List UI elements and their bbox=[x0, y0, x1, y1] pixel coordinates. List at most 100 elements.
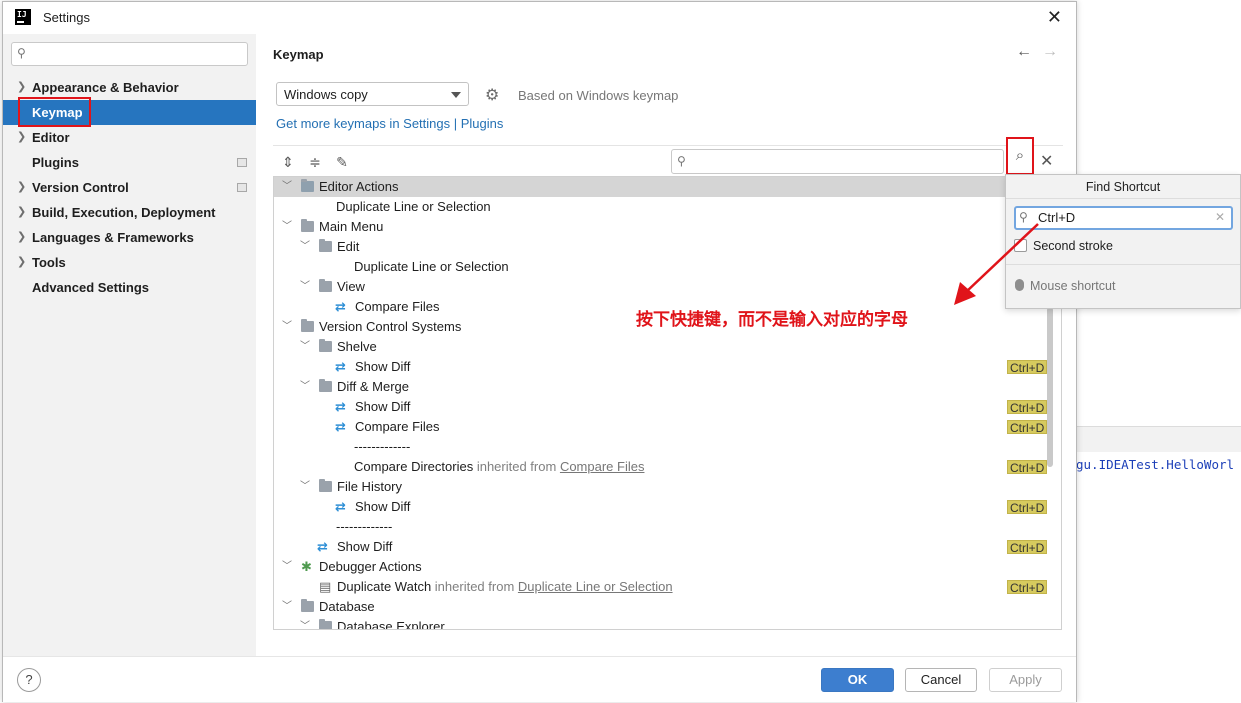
toolbar-divider bbox=[273, 145, 1063, 146]
folder-icon bbox=[319, 279, 332, 292]
sidebar-item-label: Build, Execution, Deployment bbox=[32, 205, 216, 220]
tree-row-with-shortcut[interactable]: ⇄ Show Diff Ctrl+D bbox=[274, 397, 1061, 417]
chevron-right-icon[interactable]: ❯ bbox=[17, 125, 26, 150]
tree-row-label: Version Control Systems bbox=[319, 317, 461, 337]
action-name: Show Diff bbox=[337, 539, 393, 554]
settings-sidebar: ⚲ ❯ Appearance & Behavior Keymap ❯ Editor Plu… bbox=[3, 34, 256, 656]
tree-row-with-shortcut[interactable]: ⇄ Compare Files Ctrl+D bbox=[274, 417, 1061, 437]
forward-arrow-icon[interactable]: → bbox=[1042, 43, 1058, 61]
chevron-right-icon[interactable]: ❯ bbox=[17, 250, 26, 275]
chevron-down-icon[interactable]: ﹀ bbox=[282, 557, 292, 577]
help-button[interactable]: ? bbox=[17, 668, 41, 692]
tree-row-with-shortcut[interactable]: ⇄ Show Diff Ctrl+D bbox=[274, 497, 1061, 517]
action-name: Editor Actions bbox=[319, 179, 399, 194]
inherited-from-link[interactable]: Duplicate Line or Selection bbox=[518, 579, 673, 594]
clear-input-icon[interactable]: ✕ bbox=[1215, 210, 1225, 224]
tree-row-label: Show Diff bbox=[337, 537, 392, 557]
sidebar-item-build-execution-deployment[interactable]: ❯ Build, Execution, Deployment bbox=[3, 200, 256, 225]
action-name: Duplicate Watch bbox=[337, 579, 432, 594]
tree-row[interactable]: ------------- bbox=[274, 517, 1061, 537]
tree-row[interactable]: ﹀ Shelve bbox=[274, 337, 1061, 357]
folder-icon bbox=[319, 339, 332, 352]
expand-all-icon[interactable]: ⇕ bbox=[279, 153, 297, 171]
chevron-down-icon[interactable]: ﹀ bbox=[300, 377, 310, 397]
shortcut-badge: Ctrl+D bbox=[1007, 580, 1048, 595]
search-icon: ⚲ bbox=[677, 154, 686, 168]
tree-row-label: Shelve bbox=[337, 337, 377, 357]
tree-row[interactable]: ﹀ Database Explorer bbox=[274, 617, 1061, 629]
edit-pencil-icon[interactable]: ✎ bbox=[333, 153, 351, 171]
chevron-down-icon[interactable]: ﹀ bbox=[300, 277, 310, 297]
chevron-down-icon[interactable]: ﹀ bbox=[300, 337, 310, 357]
sidebar-search-input[interactable]: ⚲ bbox=[11, 42, 248, 66]
background-code-text: gu.IDEATest.HelloWorl bbox=[1076, 457, 1235, 472]
chevron-down-icon[interactable]: ﹀ bbox=[282, 317, 292, 337]
tree-row[interactable]: ﹀ Diff & Merge bbox=[274, 377, 1061, 397]
tree-row[interactable]: ﹀ File History bbox=[274, 477, 1061, 497]
apply-button[interactable]: Apply bbox=[989, 668, 1062, 692]
chevron-down-icon[interactable]: ﹀ bbox=[300, 477, 310, 497]
tree-row-label: Show Diff bbox=[355, 497, 410, 517]
window-title: Settings bbox=[43, 10, 90, 25]
shortcut-badge: Ctrl+D bbox=[1007, 460, 1048, 475]
chevron-down-icon bbox=[451, 92, 461, 98]
back-arrow-icon[interactable]: ← bbox=[1016, 43, 1032, 61]
popup-title: Find Shortcut bbox=[1085, 180, 1161, 194]
tree-row-with-shortcut[interactable]: ⇄ Show Diff Ctrl+D bbox=[274, 537, 1061, 557]
diff-icon: ⇄ bbox=[335, 499, 346, 514]
chevron-down-icon[interactable]: ﹀ bbox=[282, 177, 292, 197]
find-shortcut-button[interactable]: ⌕ bbox=[1006, 137, 1034, 175]
inherited-from-link[interactable]: Compare Files bbox=[560, 459, 645, 474]
background-panel-header bbox=[1076, 426, 1241, 452]
action-search-input[interactable]: ⚲ bbox=[671, 149, 1004, 174]
tree-row-with-shortcut[interactable]: Compare Directories inherited from Compa… bbox=[274, 457, 1061, 477]
project-settings-icon bbox=[237, 183, 247, 192]
annotation-text: 按下快捷键，而不是输入对应的字母 bbox=[636, 310, 908, 330]
action-name: Edit bbox=[337, 239, 360, 254]
get-more-keymaps-text[interactable]: Get more keymaps in Settings | Plugins bbox=[276, 116, 503, 131]
sidebar-item-label: Editor bbox=[32, 130, 70, 145]
tree-row-with-shortcut[interactable]: ⇄ Show Diff Ctrl+D bbox=[274, 357, 1061, 377]
action-name: Compare Files bbox=[355, 299, 440, 314]
sidebar-item-editor[interactable]: ❯ Editor bbox=[3, 125, 256, 150]
ok-button[interactable]: OK bbox=[821, 668, 894, 692]
chevron-right-icon[interactable]: ❯ bbox=[17, 200, 26, 225]
gear-icon[interactable]: ⚙ bbox=[485, 85, 499, 105]
sidebar-item-tools[interactable]: ❯ Tools bbox=[3, 250, 256, 275]
sidebar-item-advanced-settings[interactable]: Advanced Settings bbox=[3, 275, 256, 300]
close-icon[interactable]: ✕ bbox=[1047, 7, 1062, 27]
tree-row[interactable]: ﹀ Database bbox=[274, 597, 1061, 617]
tree-row-label: Editor Actions bbox=[319, 177, 399, 197]
dialog-footer: ? OK Cancel Apply bbox=[3, 656, 1076, 702]
cancel-button[interactable]: Cancel bbox=[905, 668, 977, 692]
sidebar-item-plugins[interactable]: Plugins bbox=[3, 150, 256, 175]
tree-row-with-shortcut[interactable]: ▤ Duplicate Watch inherited from Duplicat… bbox=[274, 577, 1061, 597]
settings-dialog: IJ Settings ✕ ⚲ ❯ Appearance & Behavior Ke… bbox=[2, 1, 1077, 702]
chevron-down-icon[interactable]: ﹀ bbox=[282, 597, 292, 617]
tree-row[interactable]: ------------- bbox=[274, 437, 1061, 457]
tree-row[interactable]: ﹀ ✱ Debugger Actions bbox=[274, 557, 1061, 577]
folder-icon bbox=[319, 239, 332, 252]
chevron-down-icon[interactable]: ﹀ bbox=[282, 217, 292, 237]
chevron-right-icon[interactable]: ❯ bbox=[17, 175, 26, 200]
tree-row[interactable]: ﹀ Editor Actions bbox=[274, 177, 1061, 197]
chevron-down-icon[interactable]: ﹀ bbox=[300, 237, 310, 257]
tree-row-label: Compare Files bbox=[355, 417, 440, 437]
chevron-down-icon[interactable]: ﹀ bbox=[300, 617, 310, 629]
tree-row-label: Database Explorer bbox=[337, 617, 445, 629]
shortcut-badge: Ctrl+D bbox=[1007, 500, 1048, 515]
get-more-keymaps-link[interactable]: Get more keymaps in Settings | Plugins bbox=[276, 116, 503, 131]
main-menu-icon bbox=[301, 219, 314, 232]
inherited-label: inherited from bbox=[434, 579, 515, 594]
sidebar-item-version-control[interactable]: ❯ Version Control bbox=[3, 175, 256, 200]
keymap-select[interactable]: Windows copy bbox=[276, 82, 469, 106]
collapse-all-icon[interactable]: ≑ bbox=[306, 153, 324, 171]
inherited-label: inherited from bbox=[476, 459, 557, 474]
action-name: View bbox=[337, 279, 365, 294]
clear-filter-icon[interactable]: ✕ bbox=[1040, 151, 1053, 171]
keymap-panel: Keymap ← → Windows copy ⚙ Based on Windo… bbox=[256, 34, 1076, 656]
chevron-right-icon[interactable]: ❯ bbox=[17, 225, 26, 250]
sidebar-item-label: Appearance & Behavior bbox=[32, 80, 179, 95]
tree-scrollbar[interactable] bbox=[1047, 307, 1053, 467]
sidebar-item-languages-frameworks[interactable]: ❯ Languages & Frameworks bbox=[3, 225, 256, 250]
